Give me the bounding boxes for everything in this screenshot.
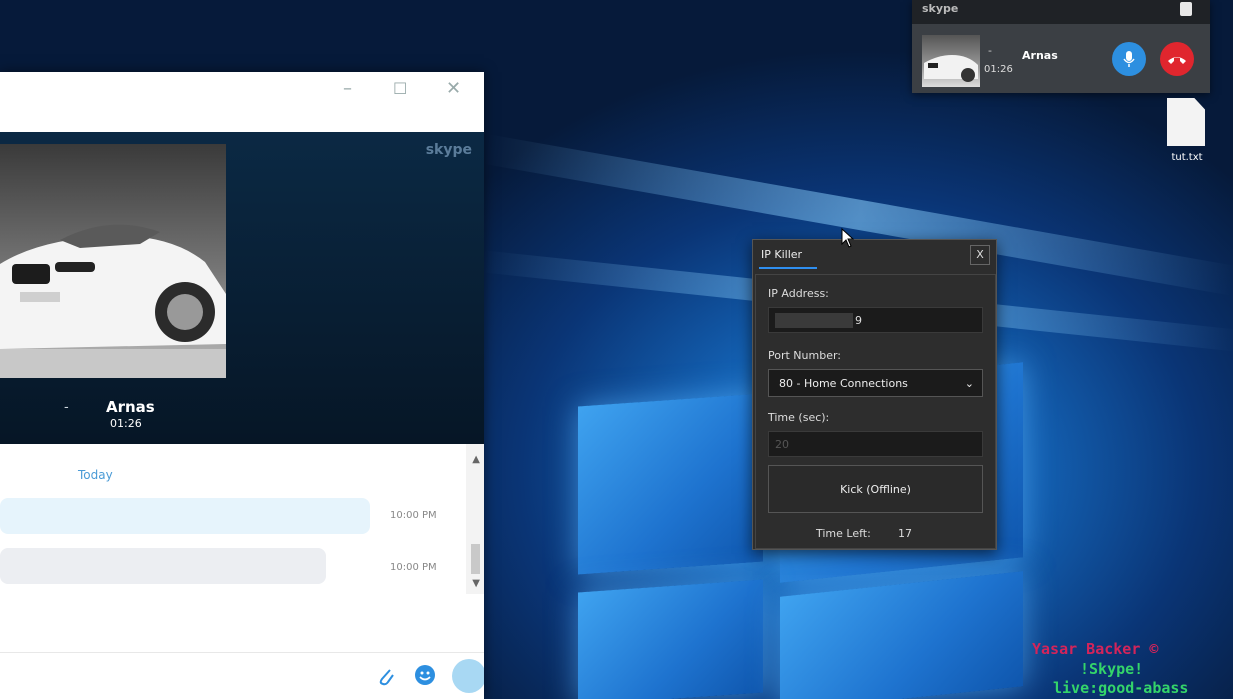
paperclip-icon[interactable] (376, 665, 396, 687)
caller-thumbnail (922, 35, 980, 87)
maximize-icon[interactable]: ☐ (393, 79, 407, 98)
ip-killer-window: IP Killer X IP Address: 9 Port Number: 8… (752, 239, 997, 550)
time-label: Time (sec): (768, 411, 830, 424)
mini-call-bar: skype - Arnas 01:26 (912, 0, 1210, 93)
mini-caller-name: Arnas (1022, 49, 1058, 62)
scrollbar-thumb[interactable] (471, 544, 480, 574)
watermark-line-3: live:good-abass (1053, 679, 1189, 697)
date-separator: Today (78, 468, 113, 482)
message-time: 10:00 PM (390, 562, 437, 573)
caller-avatar (0, 144, 226, 378)
time-left-label: Time Left: (816, 527, 871, 540)
title-underline (759, 267, 817, 269)
window-titlebar: – ☐ ✕ (0, 72, 484, 133)
call-duration: 01:26 (110, 417, 142, 430)
chat-scrollbar[interactable]: ▲ ▼ (466, 444, 484, 594)
file-label[interactable]: tut.txt (1163, 152, 1211, 163)
send-icon[interactable] (452, 659, 484, 693)
call-video-area: skype - Arnas 01:26 (0, 132, 484, 444)
skype-logo-icon: skype (922, 2, 959, 15)
skype-logo-icon: skype (425, 142, 472, 158)
port-number-label: Port Number: (768, 349, 842, 362)
message-bubble[interactable] (0, 498, 370, 534)
time-input[interactable]: 20 (768, 431, 983, 457)
time-value: 20 (775, 438, 789, 451)
text-file-icon[interactable] (1167, 98, 1205, 146)
mouse-cursor-icon (841, 228, 855, 248)
caller-name: Arnas (106, 398, 155, 416)
lock-icon (1180, 2, 1192, 16)
car-image (0, 224, 226, 378)
watermark-line-2: !Skype! (1080, 660, 1144, 678)
microphone-icon (1123, 51, 1135, 67)
ip-address-input[interactable]: 9 (768, 307, 983, 333)
call-status: - (988, 44, 992, 57)
compose-bar[interactable] (0, 652, 484, 699)
hang-up-icon (1168, 57, 1186, 64)
time-left-value: 17 (898, 527, 912, 540)
close-icon[interactable]: ✕ (446, 78, 461, 99)
minimize-icon[interactable]: – (343, 78, 352, 99)
windows-logo-pane (578, 393, 763, 575)
caller-status: - (64, 400, 69, 415)
close-button[interactable]: X (970, 245, 990, 265)
mini-call-header: skype (912, 0, 1210, 24)
port-number-select[interactable]: 80 - Home Connections ⌄ (768, 369, 983, 397)
skype-window: – ☐ ✕ skype - Arnas 01:26 Today 10:00 PM… (0, 72, 484, 699)
hang-up-button[interactable] (1160, 42, 1194, 76)
mini-call-duration: 01:26 (984, 64, 1013, 75)
ip-address-label: IP Address: (768, 287, 829, 300)
chat-panel: Today 10:00 PM 10:00 PM ▲ ▼ (0, 444, 484, 699)
watermark-line-1: Yasar Backer © (1032, 640, 1159, 658)
ip-address-value: 9 (855, 314, 862, 327)
windows-logo-pane (578, 579, 763, 699)
windows-logo-pane (780, 571, 1023, 699)
form-panel: IP Address: 9 Port Number: 80 - Home Con… (755, 274, 996, 549)
scroll-down-icon[interactable]: ▼ (472, 578, 480, 589)
mute-button[interactable] (1112, 42, 1146, 76)
message-time: 10:00 PM (390, 510, 437, 521)
kick-button[interactable]: Kick (Offline) (768, 465, 983, 513)
emoticon-icon[interactable] (413, 663, 437, 687)
port-selected-value: 80 - Home Connections (779, 377, 908, 390)
redacted-ip (775, 313, 853, 328)
window-title: IP Killer (761, 248, 803, 261)
chevron-down-icon: ⌄ (964, 377, 974, 390)
scroll-up-icon[interactable]: ▲ (472, 454, 480, 465)
car-thumbnail-image (924, 55, 978, 82)
message-bubble[interactable] (0, 548, 326, 584)
